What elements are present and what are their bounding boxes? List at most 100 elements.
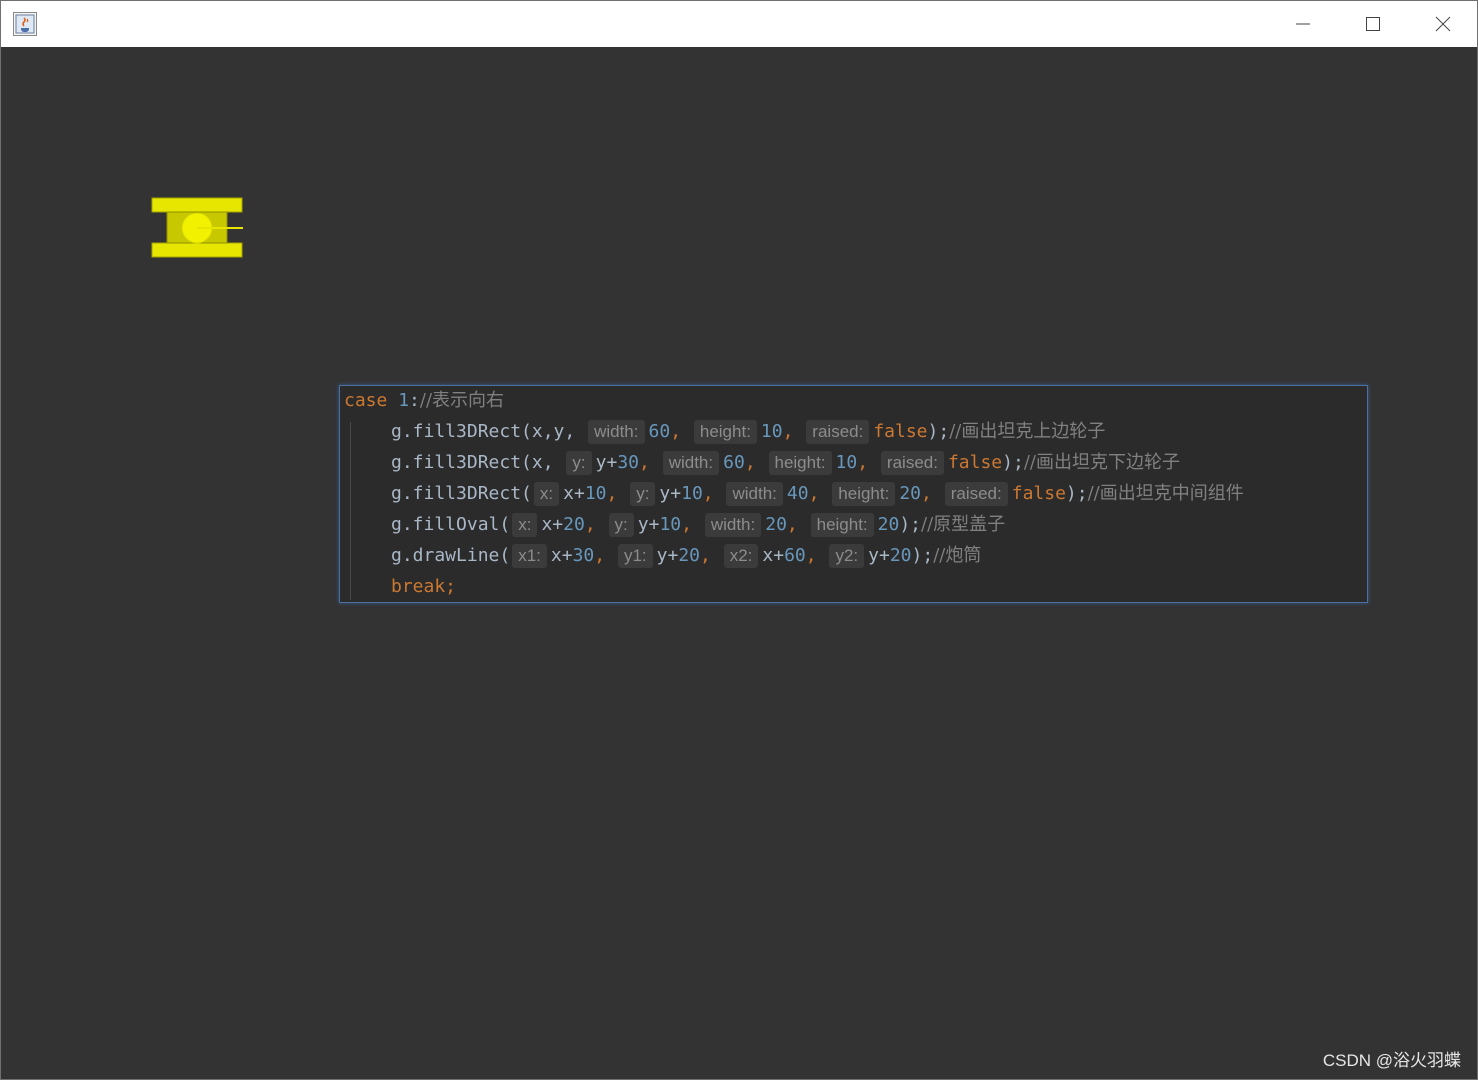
tank-bottom-wheel <box>151 242 243 258</box>
code-token: , <box>857 452 869 473</box>
param-hint: width: <box>662 451 720 475</box>
code-token: 20 <box>899 483 922 504</box>
code-token: , <box>639 452 650 473</box>
code-token: x+ <box>541 514 564 535</box>
code-token: 10 <box>584 483 607 504</box>
code-token: 20 <box>877 514 900 535</box>
code-token: 10 <box>835 452 858 473</box>
code-token: 20 <box>678 545 701 566</box>
param-hint: x: <box>512 513 538 537</box>
code-token: , <box>744 452 756 473</box>
close-icon <box>1435 16 1451 32</box>
code-token: 20 <box>563 514 585 535</box>
code-token: y+ <box>637 514 660 535</box>
code-token: ); <box>899 514 922 535</box>
param-hint: x2: <box>723 544 759 568</box>
param-hint: height: <box>810 513 874 537</box>
param-hint: width: <box>704 513 762 537</box>
code-token: 60 <box>648 421 671 442</box>
maximize-icon <box>1366 17 1380 31</box>
code-token: 1 <box>398 390 410 411</box>
code-token: , <box>681 514 692 535</box>
code-token: false <box>873 421 928 442</box>
param-hint: height: <box>768 451 832 475</box>
close-button[interactable] <box>1408 1 1478 47</box>
param-hint: height: <box>832 482 896 506</box>
code-token: , <box>606 483 618 504</box>
code-token: //表示向右 <box>419 390 505 411</box>
code-token: , <box>782 421 794 442</box>
param-hint: y: <box>608 513 634 537</box>
code-token: y+ <box>595 452 618 473</box>
code-token: g.fill3DRect(x, <box>391 452 554 473</box>
code-line-1: case 1://表示向右 <box>344 386 504 416</box>
tank-top-wheel <box>151 197 243 213</box>
code-token: false <box>947 452 1003 473</box>
code-token: y+ <box>868 545 890 566</box>
app-window: case 1://表示向右 g.fill3DRect(x,y, width: 60… <box>0 0 1478 1080</box>
code-token: x+ <box>762 545 785 566</box>
code-token: , <box>700 545 711 566</box>
code-token: //画出坦克中间组件 <box>1087 483 1244 504</box>
code-token: , <box>786 514 798 535</box>
code-line-6: g.drawLine(x1: x+30, y1: y+20, x2: x+60, y2… <box>344 541 981 571</box>
param-hint: x1: <box>512 544 547 568</box>
code-token: ); <box>911 545 934 566</box>
title-bar[interactable] <box>1 1 1477 47</box>
code-token: 10 <box>681 483 703 504</box>
code-token: 10 <box>659 514 682 535</box>
code-token: y+ <box>659 483 682 504</box>
code-token: 30 <box>572 545 595 566</box>
game-canvas[interactable]: case 1://表示向右 g.fill3DRect(x,y, width: 60… <box>1 47 1477 1079</box>
code-token: , <box>921 483 932 504</box>
minimize-button[interactable] <box>1268 1 1338 47</box>
code-token: g.fill3DRect(x,y, <box>391 421 576 442</box>
code-token: g.fillOval( <box>391 514 511 535</box>
code-line-7: break; <box>344 572 456 602</box>
code-token: false <box>1011 483 1066 504</box>
code-token: //画出坦克上边轮子 <box>949 421 1106 442</box>
java-coffee-icon <box>13 12 37 36</box>
code-token: //炮筒 <box>933 545 982 566</box>
code-token: : <box>409 390 420 411</box>
minimize-icon <box>1296 23 1310 25</box>
code-token: case <box>344 390 388 411</box>
code-token: , <box>702 483 714 504</box>
code-line-2: g.fill3DRect(x,y, width: 60, height: 10, r… <box>344 417 1105 447</box>
code-token: ); <box>1002 452 1024 473</box>
param-hint: width: <box>726 482 783 506</box>
code-token: 30 <box>617 452 640 473</box>
code-token: 40 <box>786 483 809 504</box>
code-token: , <box>805 545 817 566</box>
param-hint: x: <box>533 482 560 506</box>
code-line-4: g.fill3DRect(x: x+10, y: y+10, width: 40, h… <box>344 479 1244 509</box>
watermark: CSDN @浴火羽蝶 <box>1322 1051 1461 1070</box>
code-token: 60 <box>784 545 806 566</box>
code-token: y+ <box>656 545 679 566</box>
code-token: 20 <box>765 514 787 535</box>
param-hint: raised: <box>880 451 944 475</box>
code-token: , <box>670 421 682 442</box>
code-token: x+ <box>550 545 573 566</box>
param-hint: height: <box>693 420 757 444</box>
code-token: ); <box>1065 483 1088 504</box>
code-token: g.drawLine( <box>391 545 511 566</box>
code-line-5: g.fillOval(x: x+20, y: y+10, width: 20, hei… <box>344 510 1005 540</box>
param-hint: y: <box>630 482 656 506</box>
code-token: , <box>808 483 820 504</box>
code-token: break; <box>391 576 457 597</box>
code-token: x+ <box>563 483 585 504</box>
code-token: //原型盖子 <box>921 514 1006 535</box>
tank-sprite <box>151 197 243 258</box>
code-line-3: g.fill3DRect(x, y: y+30, width: 60, height… <box>344 448 1180 478</box>
code-token: 60 <box>723 452 745 473</box>
param-hint: y1: <box>617 544 653 568</box>
code-token: 10 <box>760 421 783 442</box>
param-hint: raised: <box>806 420 870 444</box>
param-hint: y2: <box>829 544 865 568</box>
maximize-button[interactable] <box>1338 1 1408 47</box>
code-token: g.fill3DRect( <box>391 483 532 504</box>
code-snippet-overlay: case 1://表示向右 g.fill3DRect(x,y, width: 60… <box>339 385 1368 603</box>
param-hint: raised: <box>944 482 1008 506</box>
code-token: , <box>594 545 606 566</box>
